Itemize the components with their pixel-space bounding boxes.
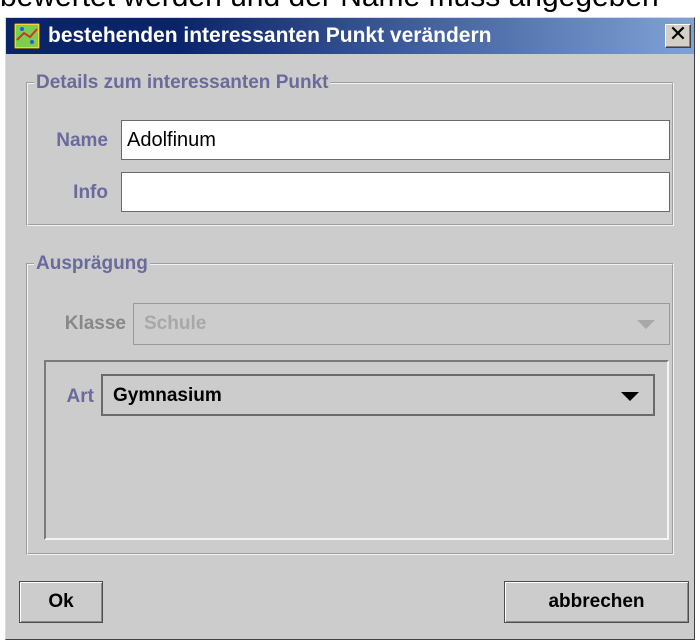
title-bar[interactable]: bestehenden interessanten Punkt veränder… [6, 18, 694, 54]
ok-button[interactable]: Ok [19, 581, 103, 623]
dialog-window: bestehenden interessanten Punkt veränder… [5, 17, 695, 640]
art-dropdown[interactable]: Gymnasium [101, 374, 655, 416]
triangle-down-icon [621, 392, 639, 401]
map-icon [14, 23, 40, 49]
name-label: Name [56, 130, 108, 151]
details-group-legend: Details zum interessanten Punkt [36, 72, 329, 93]
info-label: Info [73, 182, 108, 203]
window-title: bestehenden interessanten Punkt veränder… [48, 24, 492, 47]
klasse-label: Klasse [64, 313, 126, 334]
close-icon[interactable]: ✕ [665, 24, 691, 48]
art-value: Gymnasium [113, 385, 222, 406]
info-field[interactable] [121, 172, 670, 212]
auspraegung-group-legend: Ausprägung [36, 253, 148, 274]
triangle-down-icon [637, 320, 655, 329]
cancel-button[interactable]: abbrechen [504, 581, 689, 623]
name-field[interactable] [121, 120, 670, 160]
art-label: Art [66, 386, 94, 407]
klasse-value: Schule [144, 313, 207, 334]
klasse-dropdown: Schule [133, 303, 670, 345]
